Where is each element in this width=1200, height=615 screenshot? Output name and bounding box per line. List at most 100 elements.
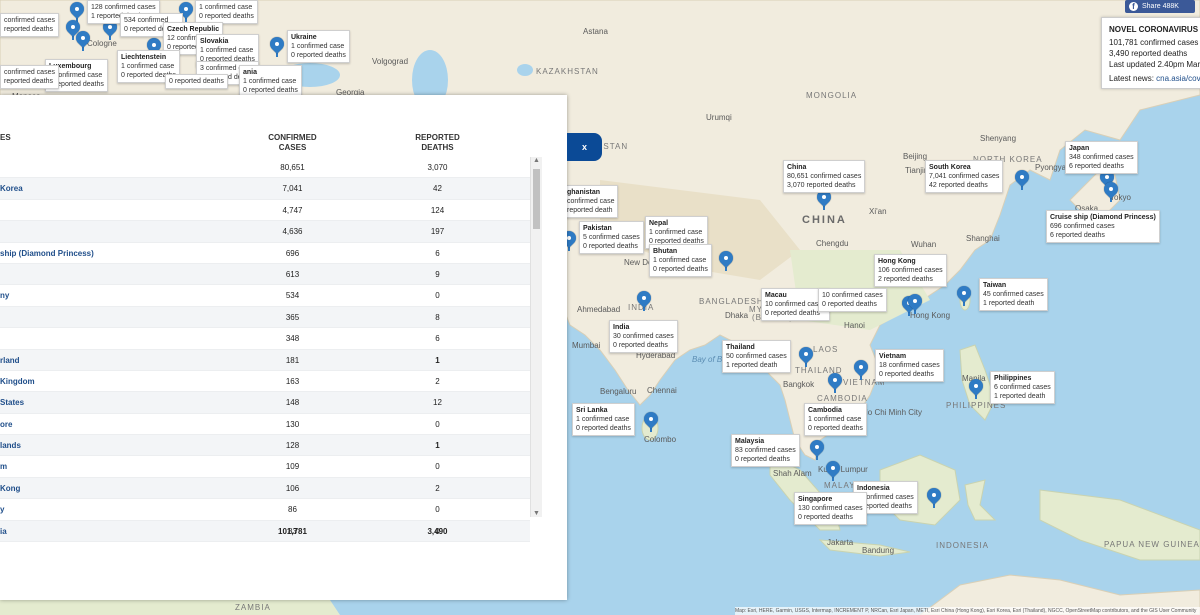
popup-line: 2 reported deaths [878,276,933,283]
marker-popup-label[interactable]: Japan 348 confirmed cases 6 reported death… [1065,141,1138,174]
place-name: INDONESIA [936,541,990,550]
table-row[interactable]: 4,747 124 [0,200,530,222]
country-name: rland [0,355,20,365]
table-row[interactable]: y 86 0 [0,499,530,521]
summary-info-box: NOVEL CORONAVIRUS 101,781 confirmed case… [1101,17,1200,89]
marker-popup-label[interactable]: 0 reported deaths [165,74,228,89]
scroll-down-icon[interactable]: ▼ [533,510,540,517]
popup-line: 30 confirmed cases [613,333,674,340]
map-pin-icon[interactable] [796,344,816,367]
marker-popup-label[interactable]: Hong Kong 106 confirmed cases 2 reported d… [874,254,947,287]
table-row[interactable]: 4,636 197 [0,221,530,243]
marker-popup-label[interactable]: 10 confirmed cases 0 reported deaths [818,288,887,312]
marker-popup-label[interactable]: Philippines 6 confirmed cases 1 reported d… [990,371,1055,404]
table-row[interactable]: lands 128 1 [0,435,530,457]
map-pin-icon[interactable] [823,458,843,481]
table-row[interactable]: 80,651 3,070 [0,157,530,179]
place-name: Hanoi [844,321,865,330]
popup-line: 0 reported deaths [583,243,638,250]
table-scrollbar[interactable]: ▲ ▼ [530,157,542,517]
map-pin-icon[interactable] [905,291,925,314]
confirmed-cases-value: 106 [285,483,300,493]
confirmed-cases-value: 181 [285,355,300,365]
map-pin-icon[interactable] [73,28,93,51]
popup-line: ghanistan [567,189,601,196]
map-pin-icon[interactable] [634,288,654,311]
country-name: Korea [0,184,23,194]
map-pin-icon[interactable] [954,283,974,306]
popup-line: Nepal [649,220,669,227]
map-pin-icon[interactable] [641,409,661,432]
marker-popup-label[interactable]: India 30 confirmed cases 0 reported deaths [609,320,678,353]
table-row[interactable]: rland 181 1 [0,349,530,371]
map-pin-icon[interactable] [814,187,834,210]
popup-line: 6 confirmed cases [994,384,1051,391]
marker-popup-label[interactable]: confirmed cases reported deaths [0,65,59,89]
place-name: Shah Alam [773,469,812,478]
reported-deaths-value: 3,070 [427,163,448,172]
country-name: Kong [0,483,21,493]
marker-popup-label[interactable]: South Korea 7,041 confirmed cases 42 repor… [925,160,1004,193]
marker-popup-label[interactable]: Ukraine 1 confirmed case 0 reported deaths [287,30,350,63]
table-row[interactable]: Kong 106 2 [0,477,530,500]
marker-popup-label[interactable]: Taiwan 45 confirmed cases 1 reported death [979,278,1048,311]
map-pin-icon[interactable] [851,357,871,380]
place-name: Urumqi [706,113,732,122]
map-pin-icon[interactable] [267,34,287,57]
table-row[interactable]: 613 9 [0,263,530,286]
map-pin-icon[interactable] [966,376,986,399]
table-row[interactable]: m 109 0 [0,456,530,478]
marker-popup-label[interactable]: ghanistan confirmed case reported death [563,185,619,218]
map-pin-icon[interactable] [825,370,845,393]
place-name: Mumbai [572,341,601,350]
marker-popup-label[interactable]: Pakistan 5 confirmed cases 0 reported deat… [579,221,644,254]
column-header-countries: ES [0,133,11,142]
map-pin-icon[interactable] [924,485,944,508]
table-row[interactable]: ore 130 0 [0,414,530,436]
table-row[interactable]: ny 534 0 [0,285,530,307]
map-pin-icon[interactable] [1012,167,1032,190]
popup-line: 128 confirmed cases [91,4,156,11]
country-name: y [0,505,5,515]
column-header-confirmed-cases[interactable]: CONFIRMED CASES [240,133,345,153]
marker-popup-label[interactable]: 1 confirmed case 0 reported deaths [195,0,258,24]
new-guinea-island [1039,489,1200,561]
table-row[interactable]: States 148 12 [0,392,530,414]
table-row[interactable]: 365 8 [0,306,530,329]
table-row[interactable]: ship (Diamond Princess) 696 6 [0,243,530,264]
popup-line: 10 confirmed cases [765,301,826,308]
info-news-link[interactable]: cna.asia/cov [1156,74,1200,83]
column-header-reported-deaths[interactable]: REPORTED DEATHS [385,133,490,153]
map-pin-icon[interactable] [807,437,827,460]
popup-line: reported death [567,207,613,214]
marker-popup-label[interactable]: Thailand 50 confirmed cases 1 reported dea… [722,340,791,373]
popup-line: 1 confirmed case [243,78,297,85]
marker-popup-label[interactable]: Cruise ship (Diamond Princess) 696 confir… [1046,210,1160,243]
popup-line: Slovakia [200,38,229,45]
map-pin-icon[interactable] [1101,179,1121,202]
marker-popup-label[interactable]: China 80,651 confirmed cases 3,070 reporte… [783,160,866,193]
marker-popup-label[interactable]: Vietnam 18 confirmed cases 0 reported deat… [875,349,944,382]
popup-line: 3,070 reported deaths [787,182,856,189]
table-row[interactable]: Korea 7,041 42 [0,178,530,200]
marker-popup-label[interactable]: ania 1 confirmed case 0 reported deaths [239,65,302,98]
marker-popup-label[interactable]: Bhutan 1 confirmed case 0 reported deaths [649,244,712,277]
popup-line: 696 confirmed cases [1050,223,1115,230]
facebook-icon: f [1129,2,1138,11]
facebook-share-button[interactable]: f Share 488K [1125,0,1195,13]
map-pin-icon[interactable] [716,248,736,271]
popup-line: Bhutan [653,248,678,255]
table-row[interactable]: Kingdom 163 2 [0,371,530,393]
scrollbar-thumb[interactable] [533,169,540,229]
marker-popup-label[interactable]: Cambodia 1 confirmed case 0 reported death… [804,403,867,436]
marker-popup-label[interactable]: Sri Lanka 1 confirmed case 0 reported deat… [572,403,635,436]
marker-popup-label[interactable]: Singapore 130 confirmed cases 0 reported d… [794,492,867,525]
map-attribution: Map: Esri, HERE, Garmin, USGS, Intermap,… [735,607,1200,615]
close-panel-button[interactable]: x [567,133,602,161]
table-row[interactable]: 348 6 [0,328,530,350]
scroll-up-icon[interactable]: ▲ [533,157,540,164]
popup-line: 1 confirmed case [291,43,345,50]
marker-popup-label[interactable]: confirmed cases reported deaths [0,13,59,37]
popup-line: 45 confirmed cases [983,291,1044,298]
marker-popup-label[interactable]: Malaysia 83 confirmed cases 0 reported dea… [731,434,800,467]
